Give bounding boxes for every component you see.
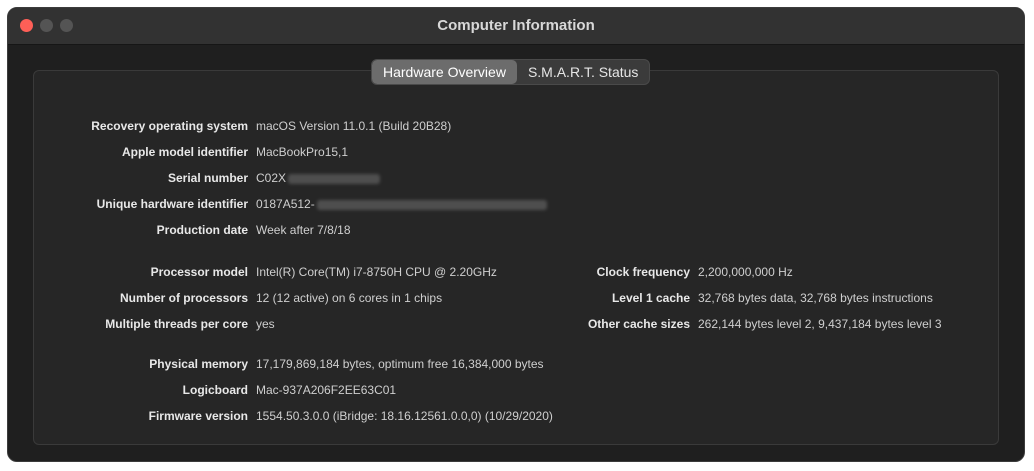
hardware-uuid-visible-part: 0187A512-	[256, 197, 315, 211]
info-row-level-1-cache: Level 1 cache 32,768 bytes data, 32,768 …	[8, 290, 1018, 306]
other-cache-sizes-label: Other cache sizes	[587, 317, 690, 331]
title-bar[interactable]: Computer Information	[8, 8, 1024, 45]
info-row-recovery-os: Recovery operating system macOS Version …	[8, 118, 1018, 134]
logicboard-value: Mac-937A206F2EE63C01	[256, 383, 397, 397]
model-identifier-label: Apple model identifier	[121, 145, 248, 159]
info-row-serial-number: Serial number C02X	[8, 170, 1018, 186]
other-cache-sizes-value: 262,144 bytes level 2, 9,437,184 bytes l…	[698, 317, 942, 331]
info-row-firmware-version: Firmware version 1554.50.3.0.0 (iBridge:…	[8, 408, 1018, 424]
serial-number-label: Serial number	[167, 171, 248, 185]
model-identifier-value: MacBookPro15,1	[256, 145, 349, 159]
firmware-version-label: Firmware version	[148, 409, 248, 423]
computer-information-window: Computer Information Hardware Overview S…	[7, 7, 1025, 462]
info-row-physical-memory: Physical memory 17,179,869,184 bytes, op…	[8, 356, 1018, 372]
level-1-cache-value: 32,768 bytes data, 32,768 bytes instruct…	[698, 291, 933, 305]
tab-bar: Hardware Overview S.M.A.R.T. Status	[371, 59, 651, 85]
info-row-hardware-uuid: Unique hardware identifier 0187A512-	[8, 196, 1018, 212]
level-1-cache-label: Level 1 cache	[611, 291, 690, 305]
info-row-other-cache-sizes: Other cache sizes 262,144 bytes level 2,…	[8, 316, 1018, 332]
physical-memory-label: Physical memory	[149, 357, 248, 371]
physical-memory-value: 17,179,869,184 bytes, optimum free 16,38…	[256, 357, 544, 371]
info-row-logicboard: Logicboard Mac-937A206F2EE63C01	[8, 382, 1018, 398]
hardware-uuid-value: 0187A512-	[256, 196, 547, 212]
redacted-blur	[316, 199, 547, 210]
info-row-model-identifier: Apple model identifier MacBookPro15,1	[8, 144, 1018, 160]
info-row-clock-frequency: Clock frequency 2,200,000,000 Hz	[8, 264, 1018, 280]
logicboard-label: Logicboard	[182, 383, 248, 397]
serial-number-visible-part: C02X	[256, 171, 287, 185]
clock-frequency-label: Clock frequency	[596, 265, 690, 279]
production-date-value: Week after 7/8/18	[256, 223, 351, 237]
serial-number-value: C02X	[256, 170, 381, 186]
redacted-blur	[288, 173, 381, 184]
info-row-production-date: Production date Week after 7/8/18	[8, 222, 1018, 238]
window-title: Computer Information	[437, 17, 595, 34]
firmware-version-value: 1554.50.3.0.0 (iBridge: 18.16.12561.0.0,…	[256, 409, 553, 423]
recovery-os-value: macOS Version 11.0.1 (Build 20B28)	[256, 119, 452, 133]
tab-smart-status[interactable]: S.M.A.R.T. Status	[517, 60, 649, 84]
tab-hardware-overview[interactable]: Hardware Overview	[372, 60, 517, 84]
recovery-os-label: Recovery operating system	[91, 119, 248, 133]
production-date-label: Production date	[156, 223, 248, 237]
hardware-uuid-label: Unique hardware identifier	[96, 197, 248, 211]
clock-frequency-value: 2,200,000,000 Hz	[698, 265, 793, 279]
